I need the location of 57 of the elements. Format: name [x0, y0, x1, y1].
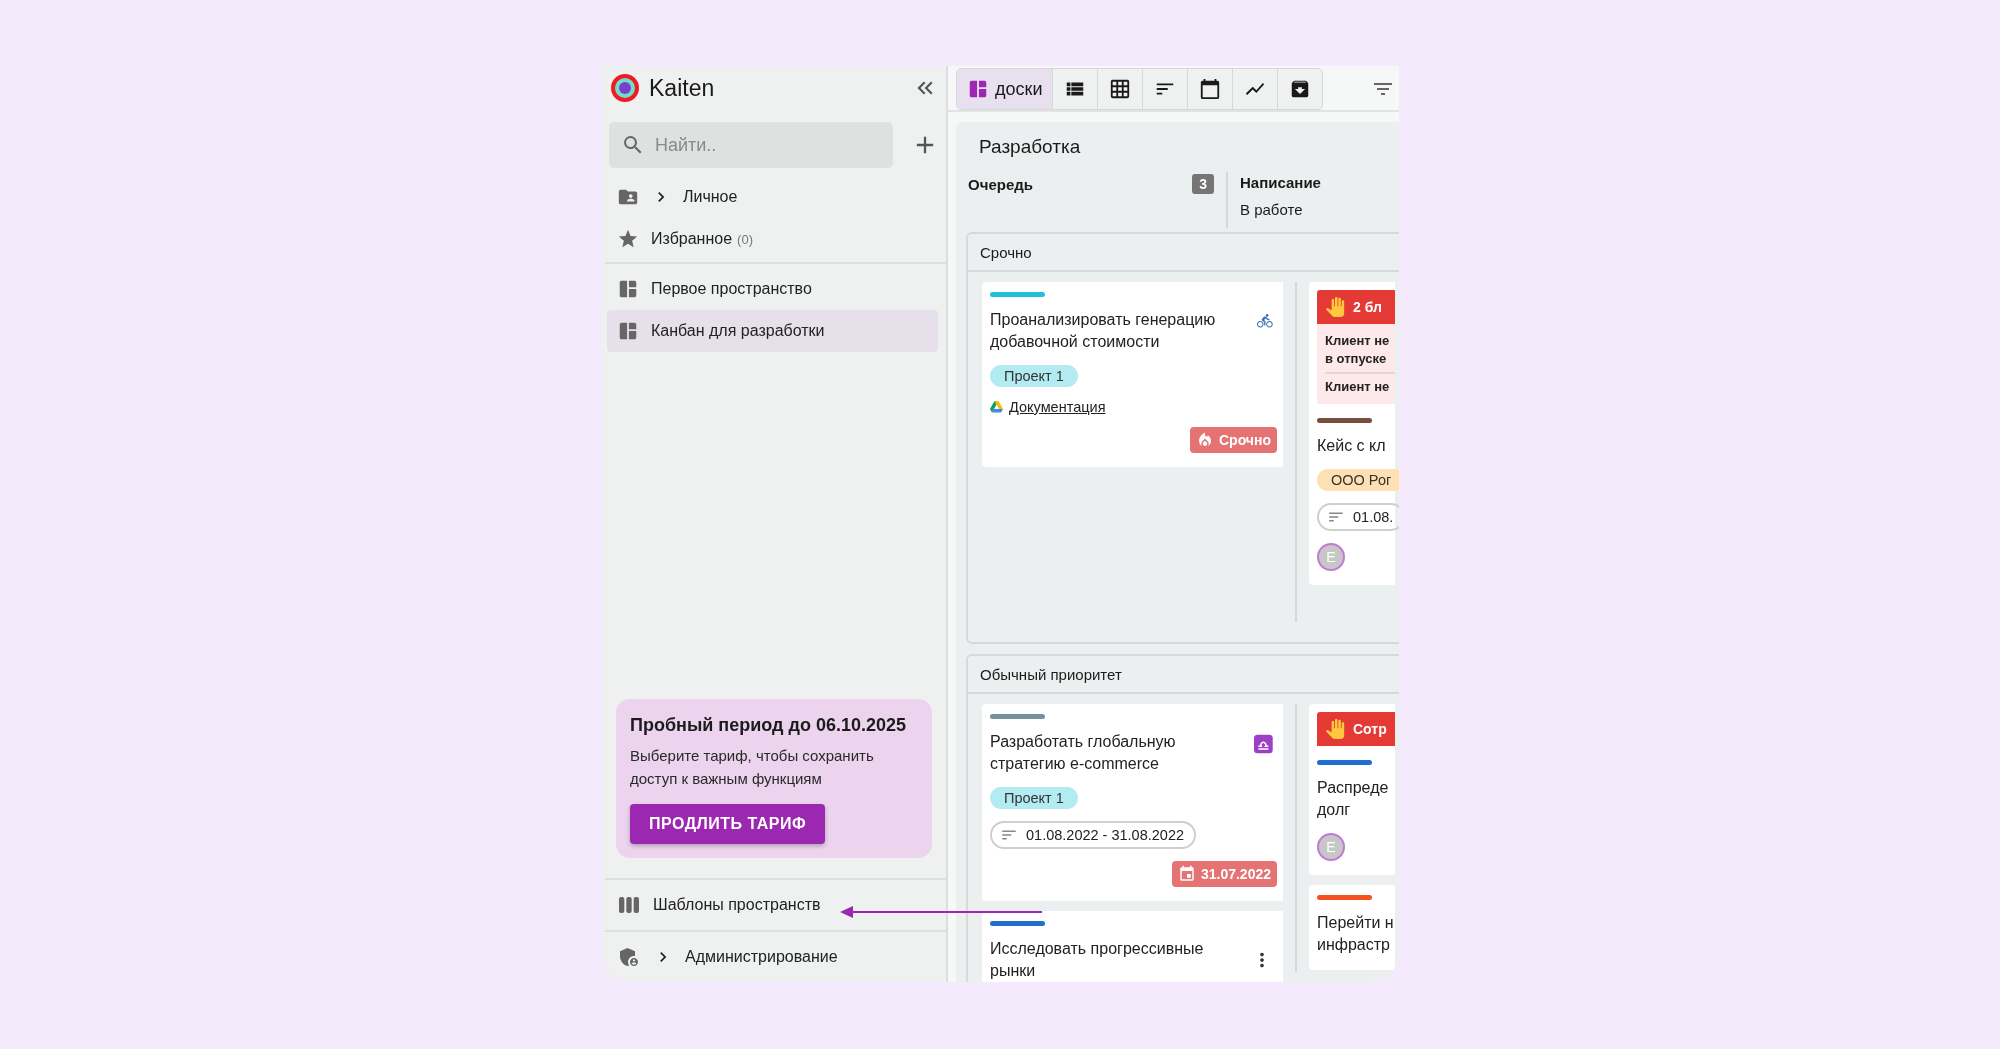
task-card[interactable]: Разработать глобальную стратегию e-commerce Проект 1 01.08.2022 - 31.08.2022 31.07.2022: [982, 704, 1283, 901]
brand-name: Kaiten: [649, 74, 716, 102]
hand-icon: [1325, 719, 1345, 739]
card-title: Исследовать прогрессивные рынки: [990, 939, 1204, 981]
block-reason: Клиент не: [1325, 372, 1395, 400]
nav-item[interactable]: Избранное (0): [607, 218, 938, 260]
calendar-icon: [1199, 78, 1222, 100]
space-icon: [617, 320, 639, 342]
trial-title: Пробный период до 06.10.2025: [630, 715, 907, 736]
card-title: Распреде долг: [1317, 778, 1389, 820]
task-card[interactable]: Перейти н инфрастр: [1309, 885, 1395, 970]
task-card[interactable]: Сотр Распреде долг E: [1309, 704, 1395, 875]
task-card[interactable]: Исследовать прогрессивные рынки: [982, 911, 1283, 982]
avatar: E: [1317, 833, 1345, 861]
card-title: Разработать глобальную стратегию e-commerce: [990, 732, 1177, 774]
column-subtitle: В работе: [1240, 201, 1304, 218]
space-icon: [617, 278, 639, 300]
nav-item[interactable]: Администрирование: [607, 936, 938, 978]
view-tab[interactable]: доски: [957, 69, 1053, 109]
trial-text: Выберите тариф, чтобы сохранить доступ к важным функциям: [630, 746, 875, 789]
card-title: Кейс с кл: [1317, 436, 1386, 456]
boards-icon: [967, 78, 989, 100]
project-tag: ООО Рог: [1317, 469, 1399, 491]
urgent-badge: Срочно: [1190, 427, 1277, 453]
card-title: Проанализировать генерацию добавочной стоимости: [990, 310, 1217, 352]
hand-icon: [1325, 297, 1345, 317]
logo-icon: [611, 74, 639, 102]
card-title: Перейти н инфрастр: [1317, 913, 1394, 955]
avatar: E: [1317, 543, 1345, 571]
space-item[interactable]: Первое пространство: [607, 268, 938, 310]
block-reason: Клиент не в отпуске: [1325, 332, 1391, 368]
calendar-icon: [1177, 865, 1196, 883]
grid-icon: [1109, 78, 1132, 100]
date-range-chip: 01.08.2022 - 31.08.2022: [990, 821, 1197, 849]
star-icon: [617, 228, 639, 250]
nav-item[interactable]: Шаблоны пространств: [607, 884, 938, 926]
flame-icon: [1196, 431, 1214, 449]
lane-title: Обычный приоритет: [968, 656, 1399, 694]
blocked-label: Сотр: [1353, 721, 1387, 737]
count-badge: 3: [1192, 174, 1214, 194]
drive-icon: [990, 401, 1003, 413]
extend-plan-button[interactable]: ПРОДЛИТЬ ТАРИФ: [630, 804, 826, 844]
board-title: Разработка: [978, 135, 1082, 159]
document-link[interactable]: Документация: [1009, 399, 1106, 415]
search-field[interactable]: Найти..: [609, 122, 893, 168]
project-tag: Проект 1: [990, 365, 1078, 387]
task-card[interactable]: Проанализировать генерацию добавочной стоимости Проект 1 Документация Срочно: [982, 282, 1283, 467]
space-item[interactable]: Канбан для разработки: [607, 310, 938, 352]
lane-title: Срочно: [968, 234, 1399, 272]
nav-item[interactable]: Личное: [607, 176, 938, 218]
blocked-label: 2 бл: [1353, 299, 1382, 315]
project-tag: Проект 1: [990, 787, 1078, 809]
shield-icon: [617, 945, 641, 969]
column-title: Написание: [1240, 174, 1321, 191]
due-date-badge: 31.07.2022: [1171, 861, 1277, 887]
column-title: Очередь: [968, 175, 1033, 193]
date-range-chip: 01.08.: [1317, 503, 1399, 531]
